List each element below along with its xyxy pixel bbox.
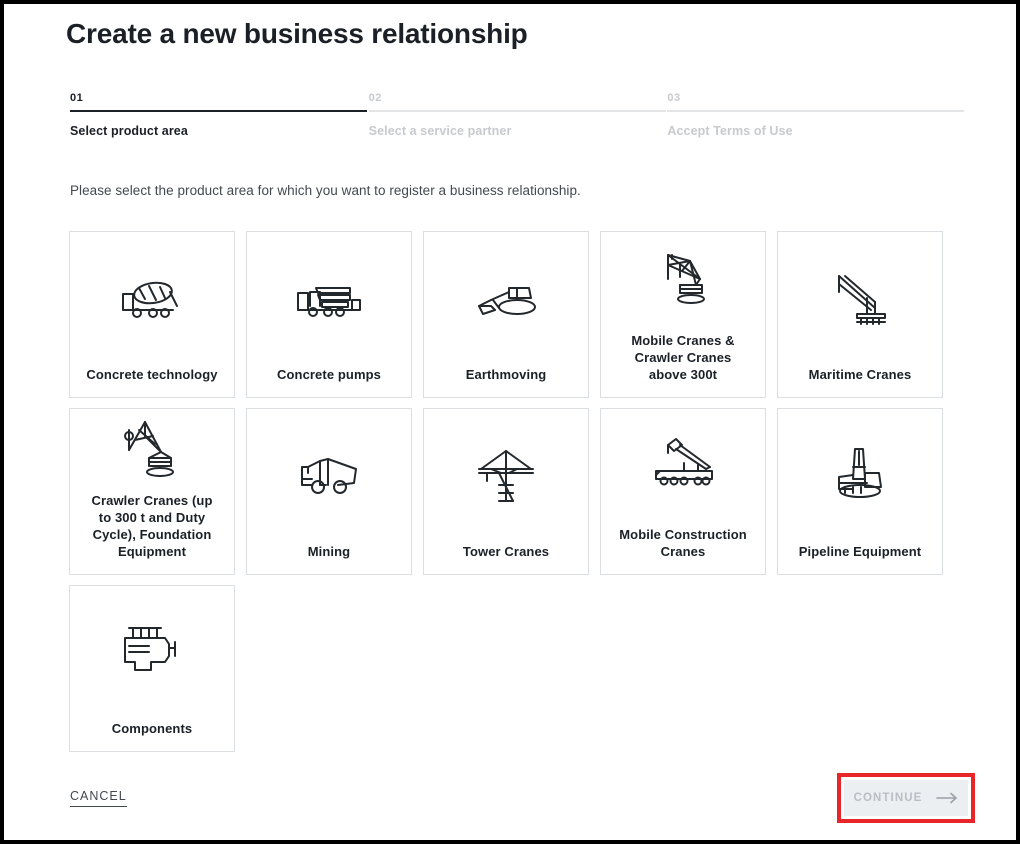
product-area-card-earthmoving[interactable]: Earthmoving <box>423 231 589 398</box>
product-area-card-mobile-construction-cranes[interactable]: Mobile Construction Cranes <box>600 408 766 575</box>
product-area-card-crawler-cranes-foundation-equipment[interactable]: Crawler Cranes (up to 300 t and Duty Cyc… <box>69 408 235 575</box>
product-area-card-concrete-pumps[interactable]: Concrete pumps <box>246 231 412 398</box>
stepper-step-1-number: 01 <box>70 92 84 104</box>
stepper-step-1-label: Select product area <box>70 124 188 138</box>
stepper-step-2-rule <box>368 110 666 112</box>
concrete-mixer-truck-icon <box>78 232 226 366</box>
product-area-card-tower-cranes[interactable]: Tower Cranes <box>423 408 589 575</box>
product-area-card-label: Components <box>111 721 193 736</box>
stepper-step-3-number: 03 <box>667 92 681 104</box>
stepper-step-1[interactable]: 01 Select product area <box>70 92 369 138</box>
page-content: Create a new business relationship 01 Se… <box>4 4 1016 840</box>
product-area-card-label: Crawler Cranes (up to 300 t and Duty Cyc… <box>91 493 213 559</box>
stepper-step-2[interactable]: 02 Select a service partner <box>368 92 668 138</box>
product-area-card-label: Earthmoving <box>465 367 547 382</box>
dump-truck-icon <box>255 409 403 543</box>
maritime-crane-icon <box>786 232 934 366</box>
excavator-icon <box>432 232 580 366</box>
product-area-card-label: Mobile Construction Cranes <box>619 527 747 559</box>
concrete-pump-truck-icon <box>255 232 403 366</box>
stepper-step-1-rule <box>70 110 367 112</box>
product-area-card-pipeline-equipment[interactable]: Pipeline Equipment <box>777 408 943 575</box>
engine-icon <box>78 586 226 720</box>
stepper-step-3-rule <box>667 110 965 112</box>
stepper: 01 Select product area 02 Select a servi… <box>70 92 966 138</box>
continue-button-label: CONTINUE <box>853 792 923 804</box>
continue-button[interactable]: CONTINUE <box>844 780 968 816</box>
product-area-card-label: Concrete technology <box>86 367 218 382</box>
stepper-step-3[interactable]: 03 Accept Terms of Use <box>667 92 966 138</box>
product-area-card-mobile-crawler-cranes-above-300t[interactable]: Mobile Cranes & Crawler Cranes above 300… <box>600 231 766 398</box>
tower-crane-icon <box>432 409 580 543</box>
product-area-card-label: Maritime Cranes <box>808 367 912 382</box>
product-area-card-mining[interactable]: Mining <box>246 408 412 575</box>
stepper-step-2-number: 02 <box>368 92 382 104</box>
arrow-right-icon <box>936 792 958 804</box>
product-area-card-label: Tower Cranes <box>462 544 550 559</box>
product-area-card-components[interactable]: Components <box>69 585 235 752</box>
product-area-card-label: Pipeline Equipment <box>798 544 922 559</box>
mobile-construction-crane-icon <box>609 409 757 526</box>
product-area-card-label: Mining <box>307 544 351 559</box>
pipelayer-icon <box>786 409 934 543</box>
cancel-button[interactable]: CANCEL <box>70 789 127 807</box>
product-area-card-label: Concrete pumps <box>277 367 381 382</box>
crawler-crane-icon <box>78 409 226 492</box>
product-area-card-maritime-cranes[interactable]: Maritime Cranes <box>777 231 943 398</box>
stepper-step-3-label: Accept Terms of Use <box>667 124 793 138</box>
product-area-card-concrete-technology[interactable]: Concrete technology <box>69 231 235 398</box>
instruction-text: Please select the product area for which… <box>70 183 581 198</box>
page-title: Create a new business relationship <box>66 18 528 49</box>
product-area-card-label: Mobile Cranes & Crawler Cranes above 300… <box>631 333 735 382</box>
lattice-boom-crane-icon <box>609 232 757 332</box>
product-area-grid: Concrete technology Concrete pumps Earth… <box>69 231 943 752</box>
page-frame: Create a new business relationship 01 Se… <box>0 0 1020 844</box>
stepper-step-2-label: Select a service partner <box>368 124 512 138</box>
